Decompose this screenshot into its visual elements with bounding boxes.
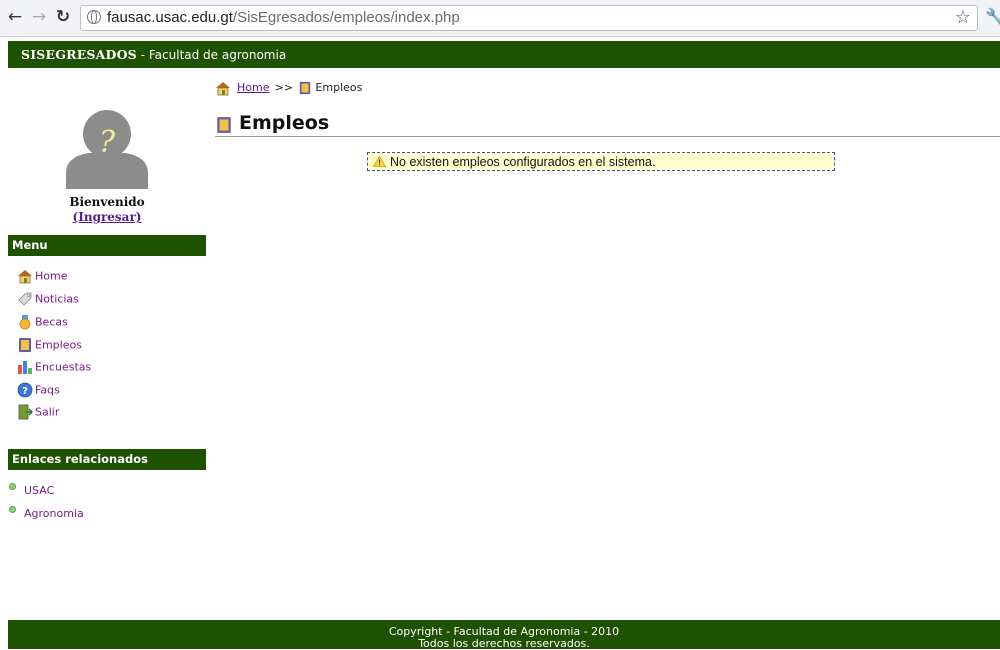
svg-text:?: ? — [22, 386, 28, 397]
sidebar-item-label: Empleos — [35, 338, 82, 352]
reload-icon[interactable]: ↻ — [54, 8, 72, 26]
footer-copyright: Copyright - Facultad de Agronomia - 2010 — [388, 625, 620, 638]
sidebar-item-label: Becas — [35, 315, 68, 329]
related-link-usac[interactable]: USAC — [9, 483, 55, 497]
svg-text:?: ? — [99, 125, 116, 160]
breadcrumb: Home >> Empleos — [215, 80, 362, 96]
back-arrow-icon[interactable]: ← — [6, 8, 24, 26]
footer-rights: Todos los derechos reservados. — [418, 637, 590, 650]
help-icon: ? — [17, 382, 33, 398]
bullet-icon — [9, 483, 16, 490]
tag-icon — [18, 292, 32, 306]
browser-toolbar: ← → ↻ fausac.usac.edu.gt/SisEgresados/em… — [0, 0, 1000, 37]
briefcase-icon — [299, 81, 311, 95]
home-icon — [216, 82, 230, 96]
site-footer: Copyright - Facultad de Agronomia - 2010… — [8, 620, 1000, 650]
sidebar-item-label: Home — [35, 269, 68, 283]
login-link[interactable]: (Ingresar) — [8, 210, 206, 224]
chart-icon — [18, 361, 32, 374]
related-link-label: Agronomia — [24, 507, 84, 520]
sidebar-item-label: Noticias — [35, 292, 79, 306]
page-title: Empleos — [239, 112, 330, 134]
warning-icon — [373, 156, 386, 167]
empty-state-message: No existen empleos configurados en el si… — [367, 152, 835, 171]
site-brand: SISEGRESADOS - Facultad de agronomia — [21, 47, 286, 62]
medal-icon — [19, 315, 31, 330]
related-links-heading: Enlaces relacionados — [8, 449, 206, 470]
globe-icon — [87, 10, 101, 24]
exit-icon — [18, 404, 33, 420]
url-path: /SisEgresados/empleos/index.php — [232, 9, 460, 26]
sidebar-item-empleos[interactable]: Empleos — [17, 337, 82, 355]
home-icon — [18, 270, 32, 284]
sidebar-item-noticias[interactable]: Noticias — [17, 291, 79, 309]
bullet-icon — [9, 506, 16, 513]
sidebar-item-label: Faqs — [35, 383, 60, 397]
brand-suffix: - Facultad de agronomia — [140, 48, 287, 62]
sidebar-item-label: Encuestas — [35, 360, 92, 374]
site-header: SISEGRESADOS - Facultad de agronomia — [8, 41, 1000, 68]
url-text[interactable]: fausac.usac.edu.gt/SisEgresados/empleos/… — [107, 9, 460, 26]
related-link-agronomia[interactable]: Agronomia — [9, 506, 84, 520]
forward-arrow-icon[interactable]: → — [30, 8, 48, 26]
briefcase-icon — [19, 338, 31, 352]
welcome-text: Bienvenido — [69, 195, 145, 209]
sidebar-item-salir[interactable]: Salir — [17, 404, 59, 422]
sidebar-item-faqs[interactable]: ? Faqs — [17, 382, 60, 400]
url-domain: fausac.usac.edu.gt — [107, 9, 233, 26]
address-bar[interactable]: fausac.usac.edu.gt/SisEgresados/empleos/… — [80, 5, 978, 31]
sidebar-item-encuestas[interactable]: Encuestas — [17, 359, 91, 377]
briefcase-icon — [217, 117, 231, 133]
menu-heading: Menu — [8, 235, 206, 256]
avatar: ? — [66, 110, 148, 189]
sidebar-item-label: Salir — [35, 405, 60, 419]
sidebar-item-becas[interactable]: Becas — [17, 314, 68, 332]
sidebar-item-home[interactable]: Home — [17, 268, 67, 286]
star-icon[interactable]: ☆ — [955, 7, 971, 28]
breadcrumb-current: Empleos — [315, 81, 363, 94]
brand-name: SISEGRESADOS — [21, 47, 137, 62]
message-text: No existen empleos configurados en el si… — [390, 155, 656, 169]
related-link-label: USAC — [24, 484, 55, 497]
page-title-row: Empleos — [215, 112, 1000, 137]
wrench-icon[interactable]: 🔧 — [985, 7, 1000, 26]
breadcrumb-separator: >> — [274, 81, 293, 94]
breadcrumb-home-link[interactable]: Home — [237, 81, 269, 94]
